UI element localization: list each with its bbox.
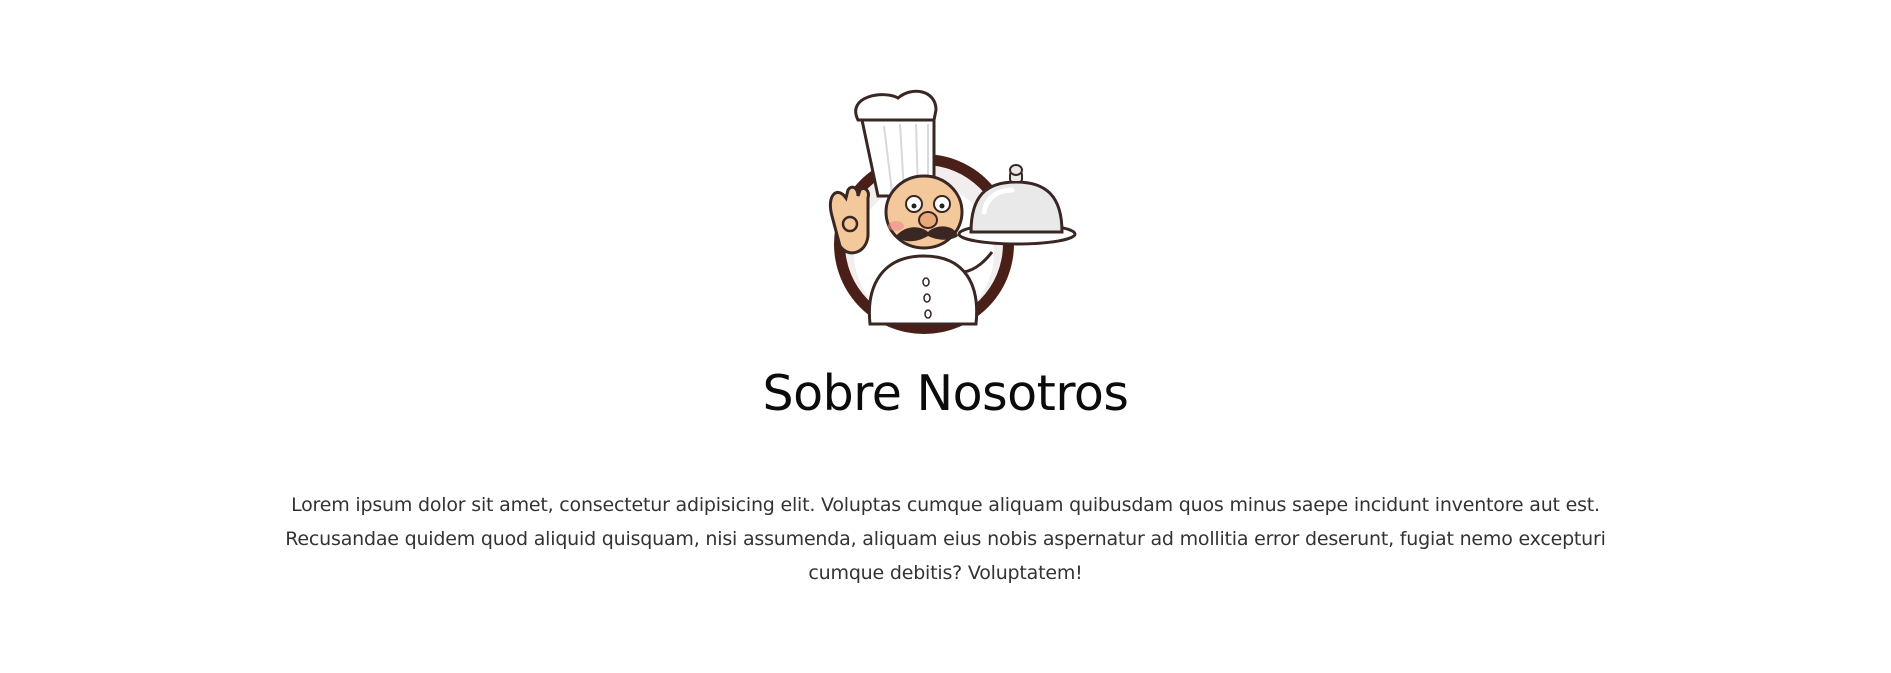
about-description: Lorem ipsum dolor sit amet, consectetur … [285, 494, 1606, 584]
about-section: Sobre Nosotros Lorem ipsum dolor sit ame… [0, 0, 1891, 673]
page-title: Sobre Nosotros [762, 365, 1129, 422]
chef-logo-icon [826, 86, 1082, 344]
